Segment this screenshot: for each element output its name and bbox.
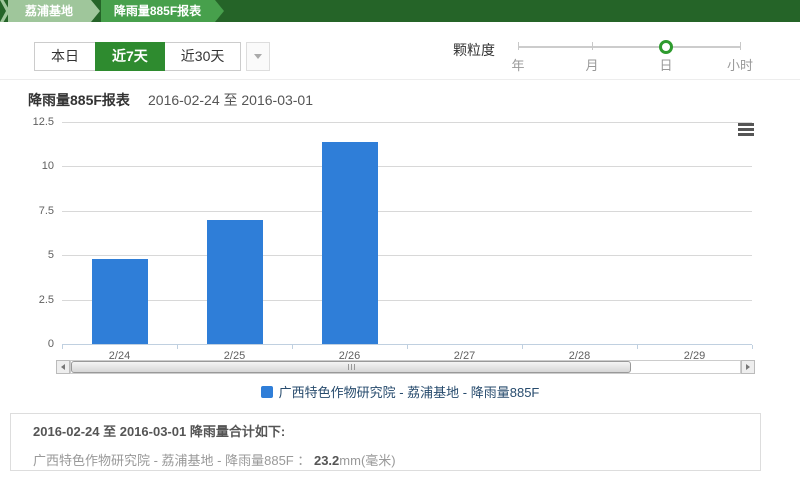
date-range-tab-group: 本日近7天近30天 (34, 42, 270, 71)
y-axis-label: 12.5 (14, 116, 54, 128)
scrollbar-right-button[interactable] (741, 360, 755, 374)
summary-unit: mm(毫米) (339, 453, 395, 468)
legend-label: 广西特色作物研究院 - 荔浦基地 - 降雨量885F (279, 382, 540, 401)
chart-export-menu-icon[interactable] (738, 123, 754, 136)
chart-bar[interactable] (92, 259, 148, 344)
y-axis-label: 0 (14, 338, 54, 350)
summary-row-label: 广西特色作物研究院 - 荔浦基地 - 降雨量885F ： (33, 453, 314, 468)
slider-stop-tick (592, 42, 593, 50)
triangle-left-icon (61, 364, 65, 370)
gridline (62, 255, 752, 256)
breadcrumb-item-0[interactable]: 荔浦基地 (8, 0, 100, 22)
more-ranges-dropdown-button[interactable] (246, 42, 270, 71)
x-axis-tick (407, 345, 408, 349)
x-axis-tick (752, 345, 753, 349)
slider-option-1[interactable]: 月 (585, 55, 598, 74)
slider-option-0[interactable]: 年 (511, 55, 524, 74)
breadcrumb-item-1[interactable]: 降雨量885F报表 (101, 0, 224, 22)
chart-bar[interactable] (207, 220, 263, 344)
scrollbar-left-button[interactable] (56, 360, 70, 374)
x-axis-tick (522, 345, 523, 349)
summary-box: 2016-02-24 至 2016-03-01 降雨量合计如下: 广西特色作物研… (10, 413, 761, 471)
y-axis-label: 2.5 (14, 294, 54, 306)
summary-row: 广西特色作物研究院 - 荔浦基地 - 降雨量885F ： 23.2mm(毫米) (33, 450, 396, 469)
range-tab-2[interactable]: 近30天 (164, 42, 242, 71)
x-axis-tick (637, 345, 638, 349)
summary-value: 23.2 (314, 453, 339, 468)
granularity-slider-track[interactable] (518, 46, 740, 48)
x-axis-tick (177, 345, 178, 349)
caret-down-icon (254, 54, 262, 59)
range-tab-0[interactable]: 本日 (34, 42, 96, 71)
x-axis-tick (292, 345, 293, 349)
gridline (62, 211, 752, 212)
range-tab-1[interactable]: 近7天 (95, 42, 165, 71)
granularity-label: 颗粒度 (453, 40, 495, 60)
chart-title: 降雨量885F报表 (28, 90, 130, 110)
chart-bar[interactable] (322, 142, 378, 344)
granularity-slider-handle[interactable] (659, 40, 673, 54)
breadcrumb: 荔浦基地降雨量885F报表 (0, 0, 800, 22)
y-axis-label: 5 (14, 249, 54, 261)
x-axis-tick (62, 345, 63, 349)
slider-stop-tick (740, 42, 741, 50)
y-axis-label: 10 (14, 160, 54, 172)
gridline (62, 300, 752, 301)
section-divider (0, 79, 800, 80)
triangle-right-icon (746, 364, 750, 370)
slider-option-3[interactable]: 小时 (727, 55, 753, 74)
y-axis-label: 7.5 (14, 205, 54, 217)
slider-stop-tick (518, 42, 519, 50)
chart-date-range: 2016-02-24 至 2016-03-01 (148, 90, 313, 110)
scrollbar-track[interactable] (70, 360, 741, 374)
scrollbar-thumb[interactable] (71, 361, 631, 373)
gridline (62, 122, 752, 123)
legend-swatch-icon (261, 386, 273, 398)
slider-option-2[interactable]: 日 (659, 55, 672, 74)
legend-item[interactable]: 广西特色作物研究院 - 荔浦基地 - 降雨量885F (0, 382, 800, 401)
gridline (62, 166, 752, 167)
summary-header: 2016-02-24 至 2016-03-01 降雨量合计如下: (33, 421, 285, 440)
page: 荔浦基地降雨量885F报表 本日近7天近30天 颗粒度 年月日小时 降雨量885… (0, 0, 800, 481)
